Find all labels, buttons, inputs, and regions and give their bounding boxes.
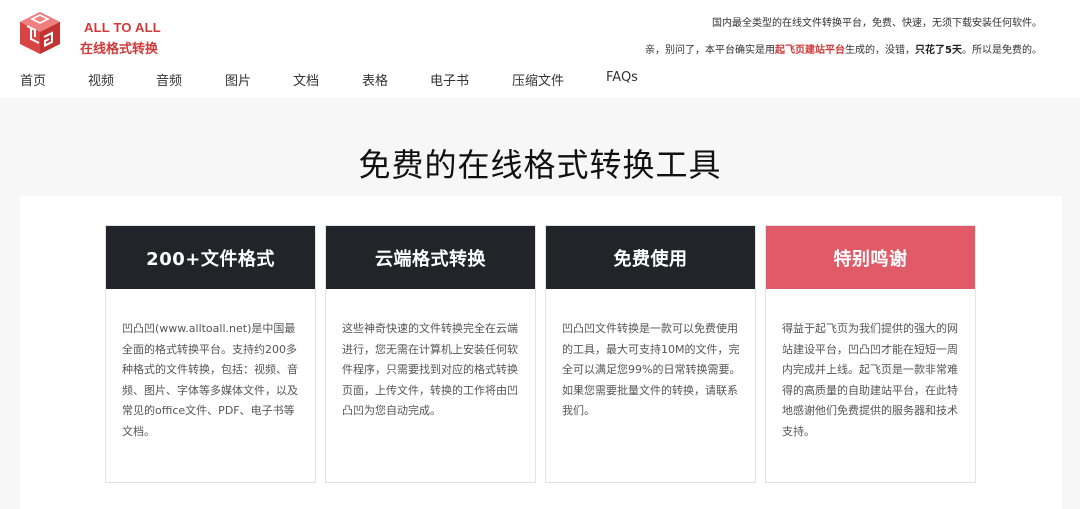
card-title: 云端格式转换 (326, 226, 535, 289)
card-description: 得益于起飞页为我们提供的强大的网站建设平台，凹凸凹才能在短短一周内完成并上线。起… (782, 322, 958, 438)
card-description: 这些神奇快速的文件转换完全在云端进行，您无需在计算机上安装任何软件程序，只需要找… (342, 322, 518, 417)
card-title: 200+文件格式 (106, 226, 315, 289)
notice-text-a: 亲，别问了，本平台确实是用 (645, 45, 776, 56)
nav-item-image[interactable]: 图片 (225, 70, 251, 89)
feature-card-cloud: 云端格式转换 这些神奇快速的文件转换完全在云端进行，您无需在计算机上安装任何软件… (325, 225, 536, 483)
card-description: 凹凸凹文件转换是一款可以免费使用的工具，最大可支持10M的文件，完全可以满足您9… (562, 322, 741, 417)
notice-text-b: 生成的，没错， (845, 45, 916, 56)
top-header: ALL TO ALL 在线格式转换 国内最全类型的在线文件转换平台，免费、快速，… (0, 0, 1080, 98)
nav-item-faqs[interactable]: FAQs (606, 70, 638, 85)
page-title: 免费的在线格式转换工具 (358, 146, 722, 184)
card-description: 凹凸凹(www.alltoall.net)是中国最全面的格式转换平台。支持约20… (122, 322, 298, 438)
nav-item-ebook[interactable]: 电子书 (430, 70, 469, 89)
feature-card-formats: 200+文件格式 凹凸凹(www.alltoall.net)是中国最全面的格式转… (105, 225, 316, 483)
card-title: 免费使用 (546, 226, 755, 289)
cube-logo-icon[interactable] (18, 10, 62, 56)
header-notice-line1: 国内最全类型的在线文件转换平台，免费、快速，无须下载安装任何软件。 (712, 18, 1042, 29)
brand-name-cn[interactable]: 在线格式转换 (80, 38, 158, 57)
feature-card-thanks: 特别鸣谢 得益于起飞页为我们提供的强大的网站建设平台，凹凸凹才能在短短一周内完成… (765, 225, 976, 483)
nav-item-home[interactable]: 首页 (20, 70, 46, 89)
card-title: 特别鸣谢 (766, 226, 975, 289)
notice-text-c: 。所以是免费的。 (962, 45, 1042, 56)
feature-card-free: 免费使用 凹凸凹文件转换是一款可以免费使用的工具，最大可支持10M的文件，完全可… (545, 225, 756, 483)
nav-item-video[interactable]: 视频 (88, 70, 114, 89)
builder-link[interactable]: 起飞页建站平台 (775, 45, 845, 56)
header-notice-line2: 亲，别问了，本平台确实是用起飞页建站平台生成的，没错，只花了5天。所以是免费的。 (645, 41, 1042, 56)
main-nav: 首页 视频 音频 图片 文档 表格 电子书 压缩文件 FAQs (0, 70, 1080, 92)
notice-bold-text: 只花了5天 (915, 45, 962, 56)
nav-item-audio[interactable]: 音频 (156, 70, 182, 89)
nav-item-archive[interactable]: 压缩文件 (512, 70, 564, 89)
nav-item-spreadsheet[interactable]: 表格 (362, 70, 388, 89)
brand-name-en[interactable]: ALL TO ALL (84, 20, 161, 35)
nav-item-document[interactable]: 文档 (293, 70, 319, 89)
